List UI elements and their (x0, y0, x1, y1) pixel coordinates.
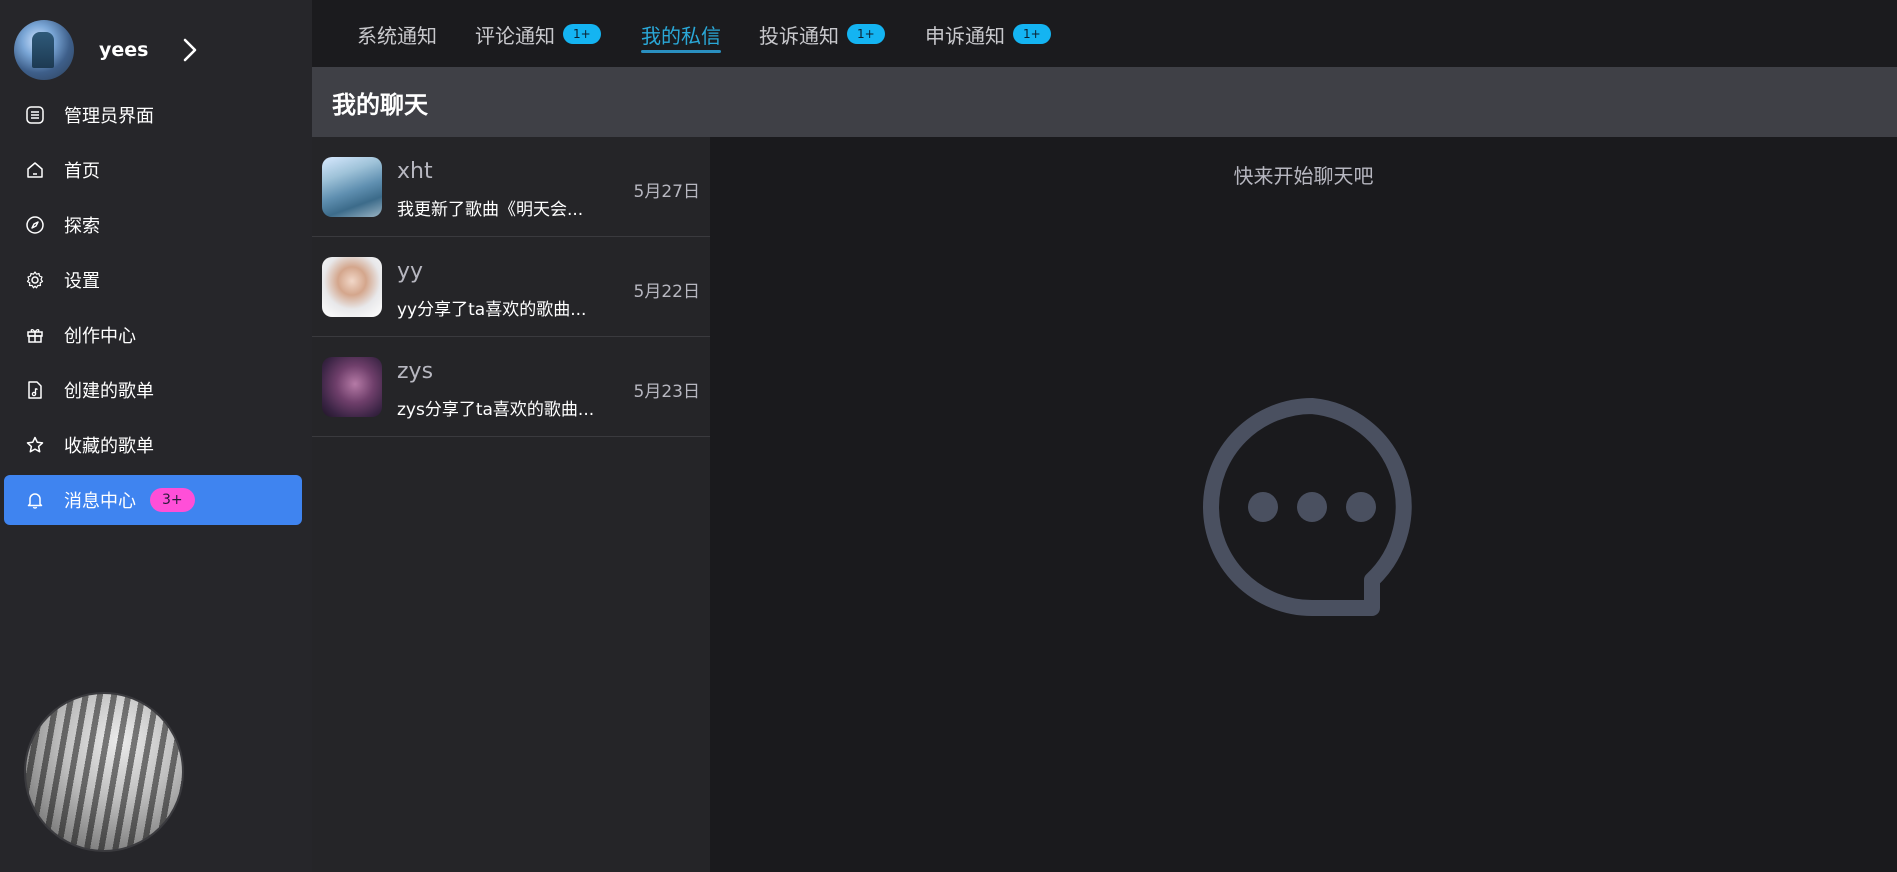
sidebar-item-explore[interactable]: 探索 (4, 200, 302, 250)
sidebar-item-label: 创建的歌单 (64, 381, 154, 402)
sidebar-item-label: 管理员界面 (64, 106, 154, 127)
sidebar-item-creator-center[interactable]: 创作中心 (4, 310, 302, 360)
active-tab-indicator (641, 50, 721, 53)
chat-window: 快来开始聊天吧 (710, 137, 1897, 872)
tab-label: 投诉通知 (759, 24, 839, 48)
chat-panel-title: 我的聊天 (312, 67, 1897, 137)
music-file-icon (24, 379, 46, 401)
sidebar-item-label: 设置 (64, 271, 100, 292)
username[interactable]: yees (99, 39, 148, 61)
chat-bubble-icon (1197, 392, 1427, 622)
unread-badge: 3+ (150, 488, 195, 512)
chevron-right-icon[interactable] (180, 37, 200, 63)
sidebar-item-label: 创作中心 (64, 326, 136, 347)
gear-icon (24, 269, 46, 291)
star-icon (24, 434, 46, 456)
tab-appeal-notice[interactable]: 申诉通知 1+ (925, 20, 1051, 54)
sidebar-item-label: 探索 (64, 216, 100, 237)
user-profile[interactable]: yees (14, 20, 294, 80)
sidebar-item-label: 收藏的歌单 (64, 436, 154, 457)
tab-label: 我的私信 (641, 24, 721, 48)
tab-badge: 1+ (847, 24, 885, 44)
page-title: 我的聊天 (332, 90, 428, 119)
tab-private-messages[interactable]: 我的私信 (641, 20, 721, 54)
empty-state-hint: 快来开始聊天吧 (1233, 164, 1374, 188)
home-icon (24, 159, 46, 181)
sidebar: yees 管理员界面 首页 探索 设置 创作中心 创建的歌单 收藏的歌单 消息中… (0, 0, 312, 872)
conversation-name: yy (397, 259, 424, 284)
conversation-preview: 我更新了歌曲《明天会... (397, 200, 584, 220)
sidebar-item-favorite-playlists[interactable]: 收藏的歌单 (4, 420, 302, 470)
tab-label: 系统通知 (357, 24, 437, 48)
app-root: yees 管理员界面 首页 探索 设置 创作中心 创建的歌单 收藏的歌单 消息中… (0, 0, 1897, 872)
conversation-date: 5月23日 (633, 382, 700, 402)
sidebar-item-settings[interactable]: 设置 (4, 255, 302, 305)
sidebar-item-admin[interactable]: 管理员界面 (4, 90, 302, 140)
avatar (322, 357, 382, 417)
tab-comment-notice[interactable]: 评论通知 1+ (475, 20, 601, 54)
sidebar-item-label: 首页 (64, 161, 100, 182)
sidebar-item-created-playlists[interactable]: 创建的歌单 (4, 365, 302, 415)
conversation-date: 5月22日 (633, 282, 700, 302)
avatar[interactable] (14, 20, 74, 80)
notification-tabs: 系统通知 评论通知 1+ 我的私信 投诉通知 1+ 申诉通知 1+ (312, 0, 1897, 67)
sidebar-item-label: 消息中心 (64, 491, 136, 512)
tab-label: 评论通知 (475, 24, 555, 48)
conversation-item[interactable]: xht 我更新了歌曲《明天会... 5月27日 (312, 137, 710, 237)
avatar (322, 257, 382, 317)
conversation-item[interactable]: yy yy分享了ta喜欢的歌曲... 5月22日 (312, 237, 710, 337)
conversation-list: xht 我更新了歌曲《明天会... 5月27日 yy yy分享了ta喜欢的歌曲.… (312, 137, 710, 872)
conversation-name: zys (397, 359, 434, 384)
conversation-date: 5月27日 (633, 182, 700, 202)
now-playing-disc[interactable] (24, 692, 184, 852)
gift-icon (24, 324, 46, 346)
sidebar-menu: 管理员界面 首页 探索 设置 创作中心 创建的歌单 收藏的歌单 消息中心 3+ (4, 90, 302, 530)
bell-icon (24, 489, 46, 511)
compass-icon (24, 214, 46, 236)
tab-complaint-notice[interactable]: 投诉通知 1+ (759, 20, 885, 54)
tab-badge: 1+ (563, 24, 601, 44)
admin-panel-icon (24, 104, 46, 126)
tab-badge: 1+ (1013, 24, 1051, 44)
tab-label: 申诉通知 (925, 24, 1005, 48)
sidebar-item-message-center[interactable]: 消息中心 3+ (4, 475, 302, 525)
tab-system-notice[interactable]: 系统通知 (357, 20, 437, 54)
sidebar-item-home[interactable]: 首页 (4, 145, 302, 195)
conversation-name: xht (397, 159, 433, 184)
conversation-preview: yy分享了ta喜欢的歌曲... (397, 300, 587, 320)
avatar (322, 157, 382, 217)
conversation-preview: zys分享了ta喜欢的歌曲... (397, 400, 595, 420)
conversation-item[interactable]: zys zys分享了ta喜欢的歌曲... 5月23日 (312, 337, 710, 437)
